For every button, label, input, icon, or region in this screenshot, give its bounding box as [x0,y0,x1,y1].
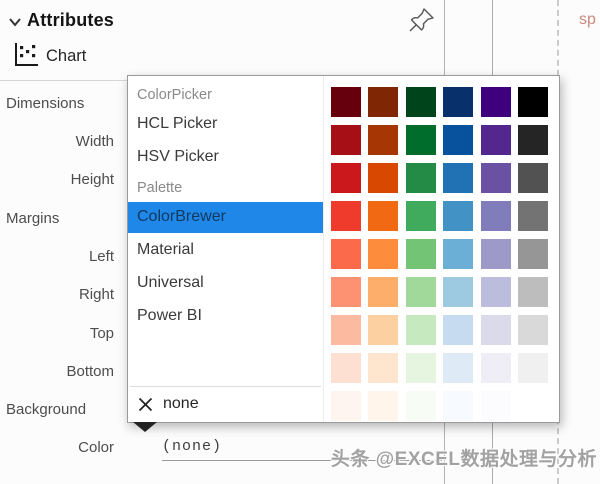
palette-swatch-purples-6[interactable] [481,277,511,307]
palette-swatch-reds-6[interactable] [331,277,361,307]
palette-swatch-oranges-3[interactable] [368,163,398,193]
palette-swatch-blues-2[interactable] [443,125,473,155]
attribute-label-top: Top [6,325,114,345]
palette-swatch-greens-8[interactable] [406,353,436,383]
palette-swatch-reds-1[interactable] [331,87,361,117]
palette-swatch-blues-9[interactable] [443,391,473,421]
palette-swatch-blues-7[interactable] [443,315,473,345]
palette-swatch-oranges-9[interactable] [368,391,398,421]
palette-swatch-greens-7[interactable] [406,315,436,345]
palette-swatch-oranges-1[interactable] [368,87,398,117]
dropdown-item-material[interactable]: Material [128,235,323,266]
dropdown-item-universal[interactable]: Universal [128,268,323,299]
palette-swatch-greys-5[interactable] [518,239,548,269]
palette-swatch-purples-2[interactable] [481,125,511,155]
attribute-label-background: Background [6,401,114,421]
color-value-field[interactable]: (none) [162,438,222,455]
palette-swatch-greens-5[interactable] [406,239,436,269]
palette-swatch-reds-4[interactable] [331,201,361,231]
dropdown-item-power-bi[interactable]: Power BI [128,301,323,332]
palette-swatch-purples-4[interactable] [481,201,511,231]
palette-swatch-greys-3[interactable] [518,163,548,193]
palette-swatch-oranges-5[interactable] [368,239,398,269]
attribute-label-margins: Margins [6,210,114,230]
palette-swatch-purples-1[interactable] [481,87,511,117]
attribute-label-dimensions: Dimensions [6,95,114,115]
palette-swatch-reds-3[interactable] [331,163,361,193]
palette-swatch-blues-3[interactable] [443,163,473,193]
palette-swatch-oranges-7[interactable] [368,315,398,345]
palette-swatch-purples-9[interactable] [481,391,511,421]
palette-swatch-greens-3[interactable] [406,163,436,193]
collapse-chevron-icon[interactable] [7,14,23,30]
palette-swatch-greys-6[interactable] [518,277,548,307]
palette-swatch-reds-5[interactable] [331,239,361,269]
attribute-label-width: Width [6,133,114,153]
dropdown-item-colorbrewer[interactable]: ColorBrewer [128,202,323,233]
attribute-label-bottom: Bottom [6,363,114,383]
palette-swatch-greys-9[interactable] [518,391,548,421]
palette-swatch-greens-9[interactable] [406,391,436,421]
palette-swatch-reds-2[interactable] [331,125,361,155]
palette-swatch-oranges-6[interactable] [368,277,398,307]
attribute-label-right: Right [6,286,114,306]
chart-object-label[interactable]: Chart [46,47,86,66]
palette-swatch-greys-2[interactable] [518,125,548,155]
none-option-label: none [163,395,199,413]
palette-swatch-blues-5[interactable] [443,239,473,269]
palette-swatch-greys-4[interactable] [518,201,548,231]
panel-title: Attributes [27,10,114,31]
canvas-partial-label: sp [579,11,596,29]
none-option[interactable]: none [128,387,323,422]
palette-swatch-greys-8[interactable] [518,353,548,383]
palette-swatch-oranges-8[interactable] [368,353,398,383]
chart-scatter-icon[interactable] [13,42,40,69]
palette-swatch-blues-6[interactable] [443,277,473,307]
dropdown-item-hsv-picker[interactable]: HSV Picker [128,142,323,173]
dropdown-section-colorpicker: ColorPicker [128,82,323,107]
popup-anchor-arrow [133,422,157,432]
palette-swatch-blues-8[interactable] [443,353,473,383]
palette-swatch-greens-4[interactable] [406,201,436,231]
palette-swatch-oranges-2[interactable] [368,125,398,155]
palette-swatch-greens-6[interactable] [406,277,436,307]
palette-swatch-oranges-4[interactable] [368,201,398,231]
watermark-text: 头条 @EXCEL数据处理与分析 [331,444,597,471]
palette-swatch-purples-8[interactable] [481,353,511,383]
palette-swatch-greys-7[interactable] [518,315,548,345]
palette-swatch-blues-1[interactable] [443,87,473,117]
color-picker-menu: ColorPickerHCL PickerHSV PickerPaletteCo… [128,76,324,422]
palette-swatch-reds-8[interactable] [331,353,361,383]
attribute-label-color: Color [6,439,114,459]
palette-swatch-reds-7[interactable] [331,315,361,345]
dropdown-item-hcl-picker[interactable]: HCL Picker [128,109,323,140]
palette-swatch-greens-2[interactable] [406,125,436,155]
attribute-label-left: Left [6,248,114,268]
palette-swatch-reds-9[interactable] [331,391,361,421]
palette-swatch-purples-5[interactable] [481,239,511,269]
pin-icon[interactable] [406,5,438,37]
palette-swatch-purples-7[interactable] [481,315,511,345]
palette-swatch-greens-1[interactable] [406,87,436,117]
palette-swatch-purples-3[interactable] [481,163,511,193]
attribute-label-height: Height [6,171,114,191]
color-picker-popup: ColorPickerHCL PickerHSV PickerPaletteCo… [127,75,560,423]
clear-x-icon [138,397,153,412]
dropdown-section-palette: Palette [128,175,323,200]
colorbrewer-swatch-grid [331,87,548,421]
app-screen: Attributes Chart Dimensions Width Height Ma… [0,0,600,484]
palette-swatch-blues-4[interactable] [443,201,473,231]
palette-swatch-greys-1[interactable] [518,87,548,117]
